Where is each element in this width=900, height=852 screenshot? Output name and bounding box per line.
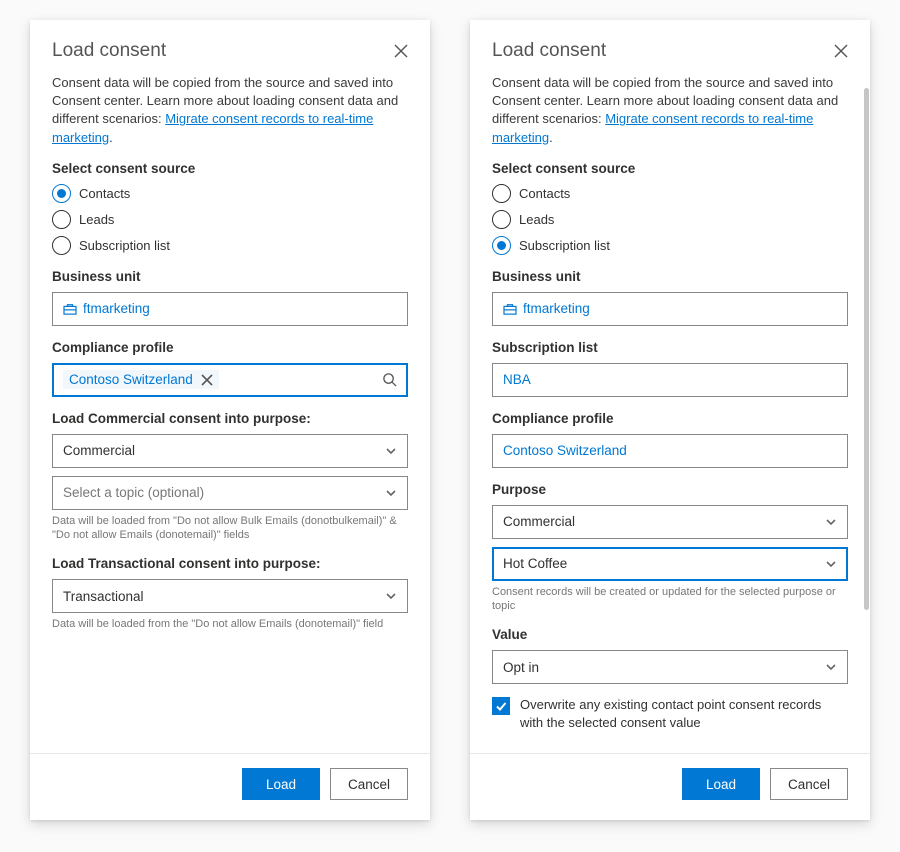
subscription-list-label: Subscription list [492,340,848,355]
purpose-select[interactable]: Commercial [492,505,848,539]
compliance-profile-label: Compliance profile [52,340,408,355]
radio-icon [52,210,71,229]
value-select[interactable]: Opt in [492,650,848,684]
compliance-profile-field[interactable]: Contoso Switzerland [492,434,848,468]
purpose-value: Commercial [503,514,575,529]
transactional-purpose-select[interactable]: Transactional [52,579,408,613]
transactional-hint: Data will be loaded from the "Do not all… [52,617,408,631]
select-source-label: Select consent source [52,161,408,176]
panel-body: Load consent Consent data will be copied… [470,20,870,735]
close-icon[interactable] [394,44,408,58]
radio-subscription-list[interactable]: Subscription list [492,236,848,255]
search-icon[interactable] [382,372,397,387]
radio-icon [492,236,511,255]
load-consent-panel-contacts: Load consent Consent data will be copied… [30,20,430,820]
load-transactional-label: Load Transactional consent into purpose: [52,556,408,571]
radio-leads[interactable]: Leads [492,210,848,229]
radio-icon [492,184,511,203]
value-value: Opt in [503,660,539,675]
business-unit-label: Business unit [492,269,848,284]
chevron-down-icon [385,590,397,602]
radio-label: Leads [519,212,554,227]
intro-text: Consent data will be copied from the sou… [492,74,848,147]
radio-icon [492,210,511,229]
radio-label: Leads [79,212,114,227]
purpose-topic-value: Hot Coffee [503,556,567,571]
panel-footer: Load Cancel [470,753,870,820]
load-consent-panel-subscription: Load consent Consent data will be copied… [470,20,870,820]
overwrite-checkbox-row[interactable]: Overwrite any existing contact point con… [492,696,848,731]
radio-contacts[interactable]: Contacts [52,184,408,203]
business-unit-label: Business unit [52,269,408,284]
compliance-value: Contoso Switzerland [503,443,627,458]
business-unit-value: ftmarketing [83,301,150,316]
cancel-button[interactable]: Cancel [330,768,408,800]
value-label: Value [492,627,848,642]
compliance-profile-field[interactable]: Contoso Switzerland [52,363,408,397]
scrollbar-thumb[interactable] [864,88,869,610]
select-source-label: Select consent source [492,161,848,176]
purpose-topic-select[interactable]: Hot Coffee [492,547,848,581]
subscription-list-field[interactable]: NBA [492,363,848,397]
commercial-topic-select[interactable]: Select a topic (optional) [52,476,408,510]
radio-label: Contacts [79,186,130,201]
business-unit-field[interactable]: ftmarketing [492,292,848,326]
compliance-tag: Contoso Switzerland [63,370,219,389]
purpose-label: Purpose [492,482,848,497]
panel-header: Load consent [492,40,848,70]
business-unit-value: ftmarketing [523,301,590,316]
panel-title: Load consent [52,40,166,62]
load-button[interactable]: Load [242,768,320,800]
scrollbar-track[interactable] [863,88,869,740]
commercial-purpose-select[interactable]: Commercial [52,434,408,468]
panel-footer: Load Cancel [30,753,430,820]
intro-suffix: . [109,130,113,145]
commercial-value: Commercial [63,443,135,458]
radio-leads[interactable]: Leads [52,210,408,229]
radio-label: Subscription list [519,238,610,253]
chevron-down-icon [385,445,397,457]
briefcase-icon [503,303,517,315]
checkbox-checked-icon [492,697,510,715]
load-commercial-label: Load Commercial consent into purpose: [52,411,408,426]
panel-body: Load consent Consent data will be copied… [30,20,430,643]
radio-icon [52,184,71,203]
commercial-topic-placeholder: Select a topic (optional) [63,485,204,500]
briefcase-icon [63,303,77,315]
compliance-profile-label: Compliance profile [492,411,848,426]
cancel-button[interactable]: Cancel [770,768,848,800]
commercial-hint: Data will be loaded from "Do not allow B… [52,514,408,543]
chevron-down-icon [825,516,837,528]
business-unit-field[interactable]: ftmarketing [52,292,408,326]
intro-suffix: . [549,130,553,145]
panel-title: Load consent [492,40,606,62]
intro-text: Consent data will be copied from the sou… [52,74,408,147]
compliance-value: Contoso Switzerland [69,372,193,387]
radio-subscription-list[interactable]: Subscription list [52,236,408,255]
chevron-down-icon [825,661,837,673]
panel-header: Load consent [52,40,408,70]
overwrite-label: Overwrite any existing contact point con… [520,696,848,731]
radio-contacts[interactable]: Contacts [492,184,848,203]
remove-tag-icon[interactable] [201,374,213,386]
purpose-hint: Consent records will be created or updat… [492,585,848,614]
chevron-down-icon [385,487,397,499]
close-icon[interactable] [834,44,848,58]
chevron-down-icon [825,558,837,570]
radio-label: Contacts [519,186,570,201]
check-icon [495,700,507,712]
transactional-value: Transactional [63,589,144,604]
load-button[interactable]: Load [682,768,760,800]
radio-icon [52,236,71,255]
subscription-list-value: NBA [503,372,531,387]
radio-label: Subscription list [79,238,170,253]
